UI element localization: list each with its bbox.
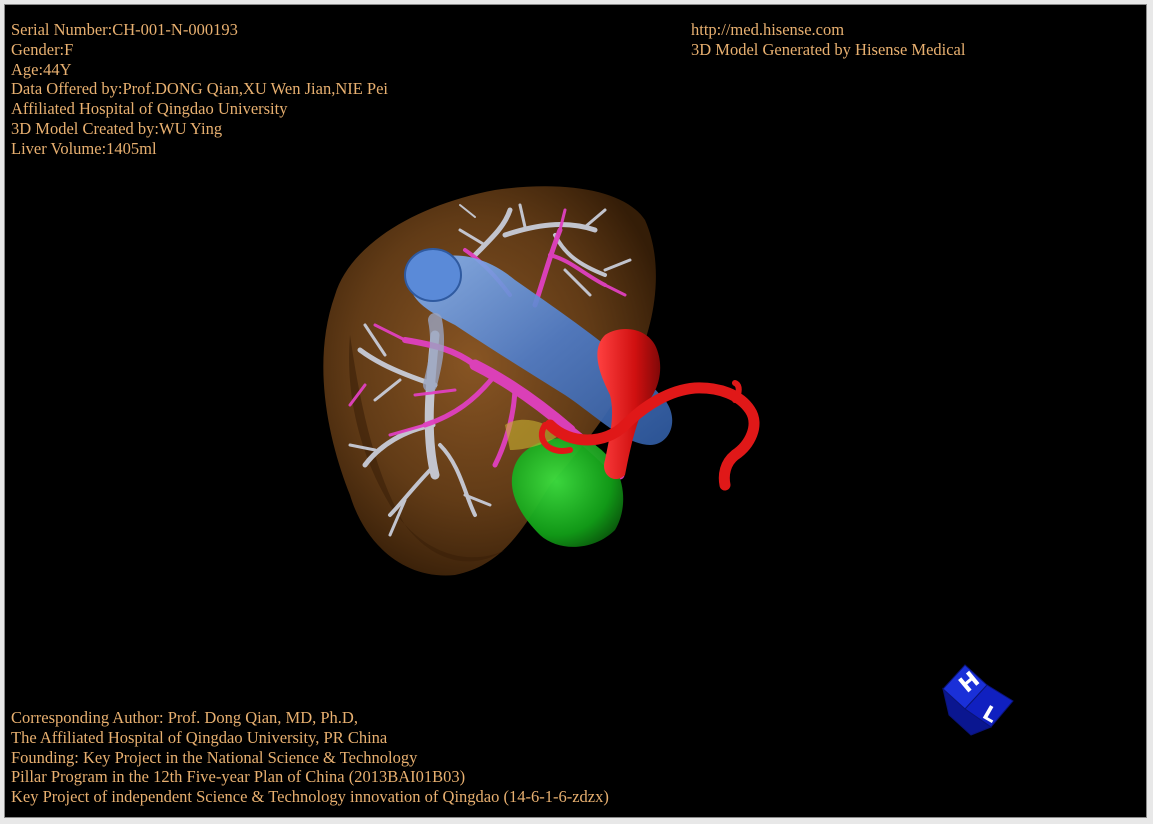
patient-info-panel: Serial Number:CH-001-N-000193 Gender:F A… bbox=[11, 20, 388, 159]
portal-vein-branch bbox=[423, 313, 445, 392]
age: Age:44Y bbox=[11, 59, 72, 79]
orientation-cube[interactable]: H L bbox=[935, 655, 1021, 741]
generator-info-panel: http://med.hisense.com 3D Model Generate… bbox=[691, 20, 965, 60]
gender: Gender:F bbox=[11, 39, 74, 59]
hospital-name: Affiliated Hospital of Qingdao Universit… bbox=[11, 99, 288, 119]
author-affiliation: The Affiliated Hospital of Qingdao Unive… bbox=[11, 727, 388, 747]
portal-vein-cap bbox=[404, 248, 462, 302]
liver-volume: Liver Volume:1405ml bbox=[11, 138, 157, 158]
key-project-text: Key Project of independent Science & Tec… bbox=[11, 787, 609, 807]
generated-by: 3D Model Generated by Hisense Medical bbox=[691, 39, 966, 59]
program-text: Pillar Program in the 12th Five-year Pla… bbox=[11, 767, 466, 787]
data-offered-by: Data Offered by:Prof.DONG Qian,XU Wen Ji… bbox=[11, 79, 389, 99]
website-url: http://med.hisense.com bbox=[691, 20, 845, 39]
model-created-by: 3D Model Created by:WU Ying bbox=[11, 118, 223, 138]
3d-viewport[interactable]: Serial Number:CH-001-N-000193 Gender:F A… bbox=[4, 4, 1147, 818]
serial-number: Serial Number:CH-001-N-000193 bbox=[11, 20, 238, 39]
corresponding-author: Corresponding Author: Prof. Dong Qian, M… bbox=[11, 708, 358, 727]
credits-panel: Corresponding Author: Prof. Dong Qian, M… bbox=[11, 708, 609, 807]
founding-text: Founding: Key Project in the National Sc… bbox=[11, 747, 418, 767]
